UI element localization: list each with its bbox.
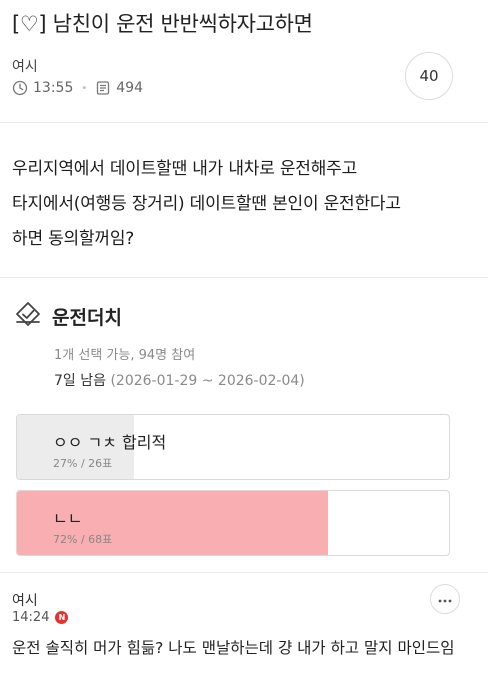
meta-separator: •	[81, 82, 88, 94]
poll-option-stat: 27% / 26표	[53, 457, 113, 470]
post-title: [♡] 남친이 운전 반반씩하자고하면	[12, 12, 313, 36]
poll-option-stat: 72% / 68표	[53, 533, 113, 546]
post-body-line: 하면 동의할꺼임?	[12, 229, 135, 249]
poll-option[interactable]: ㄴㄴ 72% / 68표	[16, 490, 450, 556]
post-body: 우리지역에서 데이트할땐 내가 내차로 운전해주고 타지에서(여행등 장거리) …	[12, 152, 480, 257]
poll-header: 운전더치	[14, 300, 122, 332]
post-time: 13:55	[33, 80, 74, 96]
poll-option-label: ㅇㅇ ㄱㅊ 합리적	[53, 433, 167, 452]
comment-text: 운전 솔직히 머가 힘듦? 나도 맨날하는데 걍 내가 하고 말지 마인드임	[12, 639, 455, 657]
divider	[0, 122, 488, 123]
post-author[interactable]: 여시	[12, 56, 38, 76]
poll-remaining: 7일 남음	[54, 373, 106, 389]
comment-author[interactable]: 여시	[12, 590, 38, 610]
vote-check-icon	[14, 300, 42, 332]
post-meta: 13:55 • 494	[12, 80, 143, 96]
post-header: [♡] 남친이 운전 반반씩하자고하면 여시 13:55 • 494 40	[0, 0, 488, 122]
divider	[0, 572, 488, 573]
divider	[0, 277, 488, 278]
clock-icon	[12, 80, 28, 96]
poll-info: 1개 선택 가능, 94명 참여	[54, 348, 196, 363]
poll-date-range: (2026-01-29 ~ 2026-02-04)	[110, 373, 305, 389]
more-icon	[438, 591, 452, 607]
comment-time-row: 14:24 N	[12, 610, 69, 625]
document-icon	[95, 80, 111, 96]
more-options-button[interactable]	[430, 584, 460, 614]
post-body-line: 우리지역에서 데이트할땐 내가 내차로 운전해주고	[12, 159, 358, 179]
poll-deadline: 7일 남음 (2026-01-29 ~ 2026-02-04)	[54, 370, 305, 390]
new-badge: N	[55, 611, 69, 624]
poll-option[interactable]: ㅇㅇ ㄱㅊ 합리적 27% / 26표	[16, 414, 450, 480]
poll-option-label: ㄴㄴ	[53, 509, 83, 528]
comment-time: 14:24	[12, 610, 50, 625]
poll-title: 운전더치	[52, 306, 122, 329]
comment-count-button[interactable]: 40	[405, 52, 453, 100]
post-body-line: 타지에서(여행등 장거리) 데이트할땐 본인이 운전한다고	[12, 194, 401, 214]
post-views: 494	[116, 80, 143, 96]
